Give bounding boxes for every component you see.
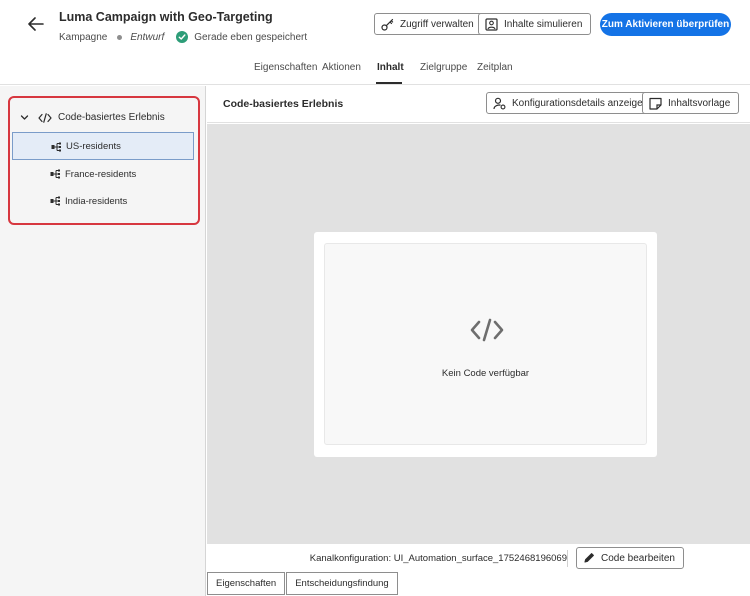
branch-icon — [50, 196, 62, 209]
tree-item-label: India-residents — [65, 195, 128, 207]
pencil-icon — [583, 552, 595, 564]
manage-access-button[interactable]: Zugriff verwalten — [374, 13, 483, 35]
status-dot — [117, 34, 123, 40]
config-details-button[interactable]: Konfigurationsdetails anzeigen — [486, 92, 658, 114]
template-icon — [649, 97, 662, 110]
preview-canvas: Kein Code verfügbar — [207, 124, 750, 543]
footer-bar: Kanalkonfiguration: UI_Automation_surfac… — [207, 543, 750, 572]
tab-properties[interactable]: Eigenschaften — [254, 62, 317, 73]
save-status: Gerade eben gespeichert — [194, 31, 308, 43]
channel-configuration: Kanalkonfiguration: UI_Automation_surfac… — [309, 553, 567, 564]
active-tab-indicator — [376, 82, 402, 84]
review-to-activate-button[interactable]: Zum Aktivieren überprüfen — [600, 13, 731, 36]
edit-code-button[interactable]: Code bearbeiten — [576, 547, 684, 569]
empty-state-inner: Kein Code verfügbar — [324, 243, 647, 445]
campaign-type: Kampagne — [59, 31, 108, 43]
content-template-button[interactable]: Inhaltsvorlage — [642, 92, 740, 114]
code-icon — [470, 318, 504, 342]
tab-bar: Eigenschaften Aktionen Inhalt Zielgruppe… — [0, 52, 750, 85]
simulate-content-button[interactable]: Inhalte simulieren — [478, 13, 592, 35]
tree-item-india-residents[interactable]: India-residents — [12, 187, 194, 215]
tree-item-label: US-residents — [66, 140, 121, 152]
content-title: Code-basiertes Erlebnis — [223, 98, 344, 110]
bottom-tab-decisioning[interactable]: Entscheidungsfindung — [286, 572, 398, 595]
key-icon — [381, 18, 394, 31]
tree-item-france-residents[interactable]: France-residents — [12, 160, 194, 188]
back-button[interactable] — [26, 14, 46, 34]
tree-root-label: Code-basiertes Erlebnis — [58, 112, 165, 123]
tab-content[interactable]: Inhalt — [377, 62, 404, 73]
tab-audience[interactable]: Zielgruppe — [420, 62, 467, 73]
branch-icon — [51, 142, 63, 155]
content-header: Code-basiertes Erlebnis Konfigurationsde… — [207, 86, 750, 123]
tab-actions[interactable]: Aktionen — [322, 62, 361, 73]
tree-root[interactable]: Code-basiertes Erlebnis — [20, 112, 165, 123]
branch-icon — [50, 169, 62, 182]
code-icon — [38, 112, 52, 123]
status-badge: Entwurf — [130, 31, 165, 43]
bottom-tabs: Eigenschaften Entscheidungsfindung — [207, 572, 399, 596]
divider — [567, 550, 568, 567]
tab-schedule[interactable]: Zeitplan — [477, 62, 513, 73]
header: Luma Campaign with Geo-Targeting Kampagn… — [0, 0, 750, 52]
bottom-tab-properties[interactable]: Eigenschaften — [207, 572, 286, 595]
user-settings-icon — [493, 97, 506, 110]
chevron-down-icon — [20, 115, 29, 120]
checkmark-icon — [176, 31, 189, 43]
tree-item-label: France-residents — [65, 168, 137, 180]
preview-icon — [485, 17, 498, 31]
tree-item-us-residents[interactable]: US-residents — [12, 132, 194, 160]
empty-state-card: Kein Code verfügbar — [314, 232, 657, 457]
empty-message: Kein Code verfügbar — [441, 368, 530, 379]
campaign-meta: Kampagne Entwurf Gerade eben gespeichert — [59, 31, 307, 43]
left-panel: Code-basiertes Erlebnis US-residents Fra… — [0, 86, 206, 596]
arrow-left-icon — [28, 17, 44, 31]
page-title: Luma Campaign with Geo-Targeting — [59, 10, 273, 24]
